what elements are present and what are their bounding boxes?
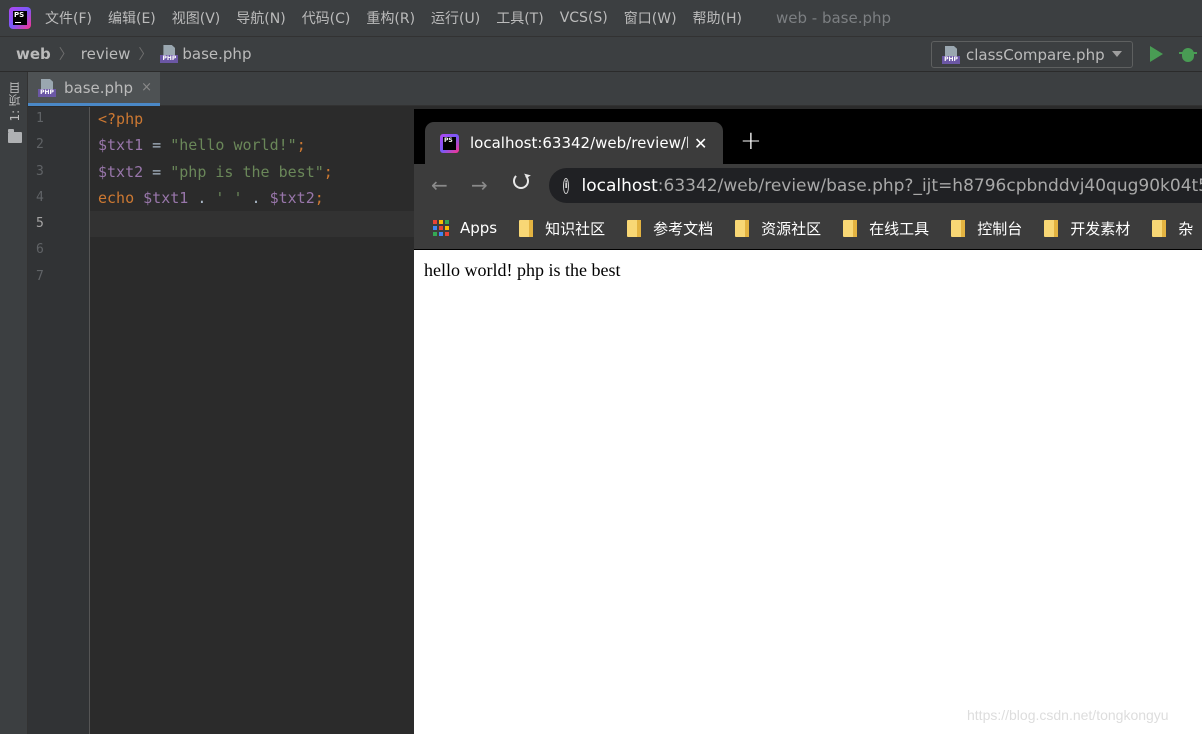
watermark-text: https://blog.csdn.net/tongkongyu [967,707,1169,723]
breadcrumb-folder[interactable]: review [81,45,131,63]
run-icon[interactable] [1150,46,1163,62]
code-line-4: echo $txt1 . ' ' . $txt2; [98,189,324,207]
page-content: hello world! php is the best https://blo… [414,251,1202,734]
folder-icon [1152,219,1167,237]
menu-vcs[interactable]: VCS(S) [560,10,608,26]
bookmark-folder[interactable]: 开发素材 [1044,218,1130,239]
line-number: 1 [36,111,44,126]
bookmark-apps[interactable]: Apps [460,219,497,237]
close-icon[interactable]: × [141,80,152,95]
bookmark-folder[interactable]: 参考文档 [627,218,713,239]
line-number: 6 [36,242,44,257]
info-icon[interactable]: i [563,177,570,194]
phpstorm-favicon-icon: PS [440,133,459,153]
chevron-right-icon: 〉 [58,47,73,63]
address-url: localhost:63342/web/review/base.php?_ijt… [581,175,1202,196]
ide-navigation-bar: web 〉 review 〉 PHP base.php PHP classCom… [0,36,1202,72]
screen: PS 文件(F) 编辑(E) 视图(V) 导航(N) 代码(C) 重构(R) 运… [0,0,1202,734]
run-configuration-label: classCompare.php [966,45,1105,64]
reload-icon[interactable] [513,173,529,189]
apps-grid-icon [433,220,449,236]
forward-arrow-icon[interactable]: → [471,173,488,197]
folder-icon [8,129,22,143]
bookmark-folder[interactable]: 在线工具 [843,218,929,239]
project-tool-button[interactable]: 1: 项目 [6,82,22,122]
breadcrumb-file[interactable]: base.php [182,45,251,63]
code-line-2: $txt1 = "hello world!"; [98,136,306,154]
menu-view[interactable]: 视图(V) [172,8,221,28]
folder-icon [519,219,534,237]
window-title: web - base.php [776,9,892,27]
page-output-text: hello world! php is the best [424,260,621,280]
bookmark-folder[interactable]: 知识社区 [519,218,605,239]
bookmark-folder[interactable]: 控制台 [951,218,1022,239]
run-configuration-select[interactable]: PHP classCompare.php [931,41,1133,68]
menu-tools[interactable]: 工具(T) [496,8,543,28]
browser-tab-title: localhost:63342/web/review/base.php [470,134,688,152]
folder-icon [843,219,858,237]
folder-icon [1044,219,1059,237]
bookmark-folder[interactable]: 杂 [1152,218,1193,239]
menu-code[interactable]: 代码(C) [302,8,351,28]
address-bar[interactable]: i localhost:63342/web/review/base.php?_i… [549,168,1202,203]
menu-help[interactable]: 帮助(H) [693,8,742,28]
editor-tab-base-php[interactable]: PHP base.php × [28,72,160,106]
browser-toolbar: ← → i localhost:63342/web/review/base.ph… [414,164,1202,207]
browser-window: PS localhost:63342/web/review/base.php ✕… [414,109,1202,734]
code-line-3: $txt2 = "php is the best"; [98,163,333,181]
line-number: 2 [36,137,44,152]
code-editor[interactable]: <?php $txt1 = "hello world!"; $txt2 = "p… [90,107,414,734]
folder-icon [735,219,750,237]
menu-edit[interactable]: 编辑(E) [108,8,156,28]
left-tool-strip: 1: 项目 [0,72,28,734]
browser-tab-strip: PS localhost:63342/web/review/base.php ✕… [414,109,1202,164]
bookmark-folder[interactable]: 资源社区 [735,218,821,239]
menu-run[interactable]: 运行(U) [431,8,480,28]
code-line-1: <?php [98,110,144,128]
breadcrumb-project[interactable]: web [16,45,51,63]
line-number: 7 [36,269,44,284]
current-line-highlight [90,211,414,237]
line-number: 3 [36,164,44,179]
php-file-icon: PHP [160,45,179,63]
new-tab-plus-icon[interactable]: + [740,128,762,154]
folder-icon [951,219,966,237]
php-file-icon: PHP [38,78,56,97]
line-number-gutter: 1 2 3 4 5 6 7 [28,107,90,734]
editor-tab-label: base.php [64,78,134,97]
menu-file[interactable]: 文件(F) [45,8,92,28]
chevron-down-icon [1112,51,1122,57]
php-file-icon: PHP [942,45,960,64]
menu-refactor[interactable]: 重构(R) [366,8,415,28]
close-icon[interactable]: ✕ [694,134,707,153]
back-arrow-icon[interactable]: ← [431,173,448,197]
browser-tab[interactable]: PS localhost:63342/web/review/base.php ✕ [425,122,723,164]
debug-bug-icon[interactable] [1179,45,1197,63]
folder-icon [627,219,642,237]
bookmarks-bar: Apps 知识社区 参考文档 资源社区 在线工具 控制台 开发素材 杂 [414,207,1202,250]
phpstorm-logo-icon: PS [9,7,31,29]
line-number: 4 [36,190,44,205]
editor-tab-bar: PHP base.php × [28,72,1202,106]
ide-menu-bar: PS 文件(F) 编辑(E) 视图(V) 导航(N) 代码(C) 重构(R) 运… [0,0,1202,36]
menu-window[interactable]: 窗口(W) [624,8,677,28]
chevron-right-icon: 〉 [138,47,153,63]
line-number-current: 5 [36,216,44,231]
menu-navigate[interactable]: 导航(N) [236,8,285,28]
